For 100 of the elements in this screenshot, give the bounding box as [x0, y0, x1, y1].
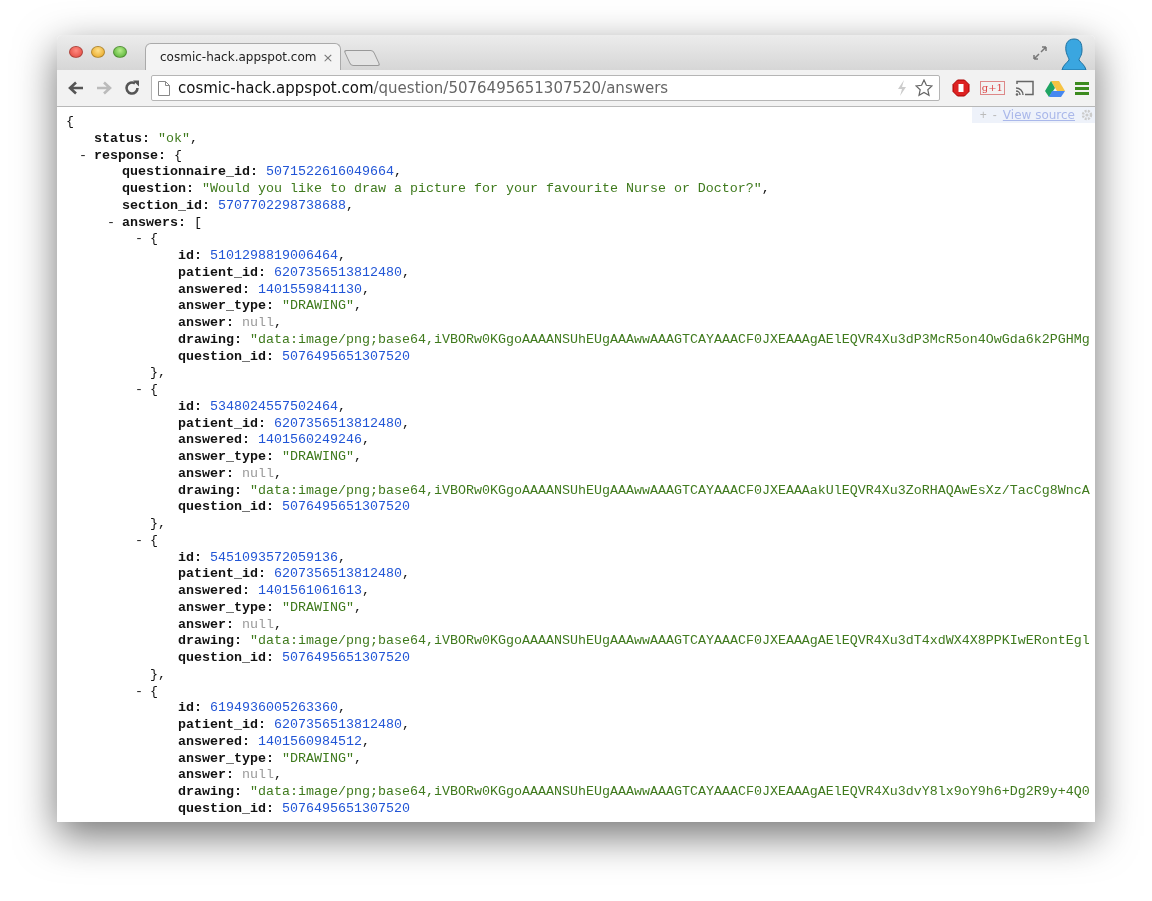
json-comma: ,: [353, 750, 362, 766]
json-value: "Would you like to draw a picture for your favourite Nurse or Doctor?": [202, 181, 762, 196]
profile-avatar-icon[interactable]: [1061, 38, 1087, 70]
json-comma: ,: [338, 248, 346, 263]
json-key: drawing:: [178, 784, 242, 799]
lightning-icon: [896, 80, 907, 96]
json-value: null: [242, 465, 274, 481]
json-key: answer_type:: [178, 449, 274, 464]
json-comma: ,: [401, 717, 410, 732]
collapse-toggle[interactable]: -: [135, 532, 150, 550]
cast-icon[interactable]: [1015, 80, 1035, 96]
json-comma: ,: [401, 415, 410, 431]
json-value: 5707702298738688: [218, 197, 346, 213]
json-key: status:: [94, 130, 150, 146]
json-comma: ,: [361, 733, 370, 749]
json-value: null: [242, 616, 274, 632]
json-value: 6207356513812480: [274, 415, 402, 431]
json-key: id:: [178, 248, 202, 263]
json-comma: ,: [274, 315, 282, 330]
json-value: 1401560249246: [258, 432, 362, 448]
collapse-toggle[interactable]: -: [135, 382, 150, 399]
json-key: patient_id:: [178, 566, 266, 582]
json-key: questionnaire_id:: [122, 164, 258, 180]
triangle-icon[interactable]: [1045, 79, 1065, 97]
json-value: "DRAWING": [282, 599, 354, 615]
json-bracket: },: [150, 365, 166, 381]
json-key: answered:: [178, 733, 250, 749]
json-value: 1401561061613: [258, 583, 362, 598]
json-value: 6207356513812480: [274, 717, 402, 732]
json-bracket: {: [66, 114, 74, 129]
json-bracket: [: [194, 214, 202, 230]
window-minimize-button[interactable]: [91, 45, 105, 58]
plus-one-button[interactable]: g+1: [979, 81, 1005, 95]
json-comma: ,: [338, 700, 346, 716]
window-close-button[interactable]: [69, 45, 83, 58]
json-key: drawing:: [178, 633, 242, 649]
window-zoom-button[interactable]: [113, 45, 127, 58]
json-bracket: {: [150, 683, 158, 699]
json-key: question_id:: [178, 348, 274, 364]
json-key: question_id:: [178, 650, 274, 665]
json-key: answer:: [178, 616, 234, 632]
fullscreen-icon[interactable]: [1033, 45, 1047, 60]
json-bracket: {: [174, 147, 182, 163]
tab-close-button[interactable]: ×: [322, 49, 334, 65]
back-arrow-icon: [68, 81, 84, 95]
browser-tab[interactable]: cosmic-hack.appspot.com ×: [145, 43, 341, 70]
json-key: answered:: [178, 281, 250, 297]
tab-title: cosmic-hack.appspot.com: [160, 50, 317, 64]
json-value: null: [242, 315, 274, 330]
json-bracket: },: [150, 516, 166, 531]
json-comma: ,: [190, 130, 198, 146]
json-value: 6207356513812480: [274, 566, 402, 582]
json-value: "DRAWING": [282, 449, 354, 464]
json-value: null: [242, 767, 274, 783]
json-value: "ok": [158, 130, 190, 146]
json-bracket: {: [150, 231, 158, 247]
forward-arrow-icon: [96, 81, 112, 95]
json-comma: ,: [353, 449, 362, 464]
json-comma: ,: [345, 197, 354, 213]
json-value: 5348024557502464: [210, 398, 338, 414]
json-key: patient_id:: [178, 264, 266, 280]
json-value: 5076495651307520: [282, 650, 410, 665]
json-key: id:: [178, 700, 202, 716]
stop-sign-icon[interactable]: [951, 79, 970, 97]
json-comma: ,: [353, 298, 362, 314]
json-comma: ,: [353, 599, 362, 615]
collapse-toggle[interactable]: -: [135, 231, 150, 248]
json-bracket: {: [150, 532, 158, 548]
json-value: 5076495651307520: [282, 800, 410, 816]
json-key: id:: [178, 549, 202, 565]
json-comma: ,: [361, 281, 370, 297]
json-comma: ,: [274, 465, 282, 481]
reload-icon: [124, 80, 140, 96]
json-value: 6194936005263360: [210, 700, 338, 716]
json-comma: ,: [393, 164, 402, 180]
url-text: cosmic-hack.appspot.com/question/5076495651307520/answers: [178, 79, 670, 97]
collapse-toggle[interactable]: -: [107, 214, 122, 232]
json-comma: ,: [274, 767, 282, 783]
json-key: answers:: [122, 214, 186, 230]
json-value: "DRAWING": [282, 750, 354, 766]
json-value: "data:image/png;base64,iVBORw0KGgoAAAANSUhEUgAAAwwAAAGTCAYAAACF0JXEAAAgAElEQVR4Xu3dvY8lx9oY9h6+Dg2R9y+4Q0: [250, 784, 1090, 799]
json-key: answered:: [178, 583, 250, 598]
json-comma: ,: [361, 583, 370, 598]
json-key: answered:: [178, 432, 250, 448]
json-bracket: },: [150, 666, 166, 682]
json-key: answer:: [178, 315, 234, 330]
json-key: answer:: [178, 767, 234, 783]
json-key: question_id:: [178, 499, 274, 515]
json-value: 6207356513812480: [274, 264, 402, 280]
json-bracket: {: [150, 382, 158, 397]
star-icon[interactable]: [914, 79, 933, 97]
collapse-toggle[interactable]: -: [79, 147, 94, 165]
json-value: 1401559841130: [258, 281, 362, 297]
collapse-toggle[interactable]: -: [135, 683, 150, 701]
json-key: drawing:: [178, 482, 242, 498]
address-bar[interactable]: cosmic-hack.appspot.com/question/5076495651307520/answers: [151, 75, 940, 101]
new-tab-button[interactable]: [343, 50, 381, 66]
json-value: 5451093572059136: [210, 549, 338, 565]
menu-icon[interactable]: [1075, 81, 1089, 95]
json-comma: ,: [338, 398, 346, 414]
